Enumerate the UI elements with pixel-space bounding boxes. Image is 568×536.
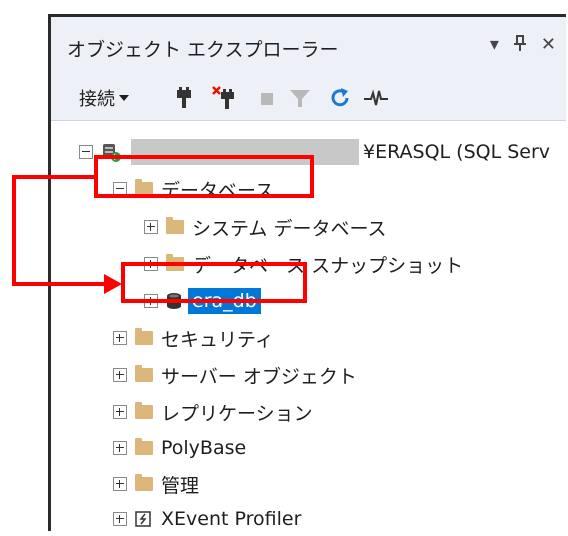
expand-toggle[interactable] bbox=[144, 220, 158, 234]
tree-row-system-databases[interactable]: システム データベース bbox=[144, 210, 387, 244]
collapse-toggle[interactable] bbox=[79, 145, 93, 159]
expand-toggle[interactable] bbox=[113, 331, 127, 345]
chevron-down-icon[interactable]: ▾ bbox=[490, 36, 499, 54]
tree-label-polybase: PolyBase bbox=[161, 437, 247, 459]
folder-icon bbox=[135, 402, 153, 419]
tree-label-server-objects: サーバー オブジェクト bbox=[161, 365, 357, 388]
folder-icon bbox=[135, 438, 153, 455]
arrow-line-bottom bbox=[12, 282, 108, 286]
close-icon[interactable]: ✕ bbox=[541, 36, 556, 54]
tree-row-management[interactable]: 管理 bbox=[113, 467, 199, 501]
chevron-down-icon bbox=[119, 95, 129, 101]
tree-row-server-objects[interactable]: サーバー オブジェクト bbox=[113, 358, 357, 392]
pin-icon-svg bbox=[513, 35, 526, 51]
folder-icon bbox=[166, 217, 184, 234]
panel-titlebar: オブジェクト エクスプローラー ▾ ✕ bbox=[51, 17, 566, 75]
panel-title: オブジェクト エクスプローラー bbox=[67, 39, 339, 61]
folder-icon bbox=[135, 474, 153, 491]
tree-row-polybase[interactable]: PolyBase bbox=[113, 431, 246, 465]
expand-toggle[interactable] bbox=[113, 441, 127, 455]
tree-row-replication[interactable]: レプリケーション bbox=[113, 395, 313, 429]
toolbar: 接続 bbox=[51, 75, 566, 121]
arrow-head-icon bbox=[104, 274, 122, 294]
tree-label-xevent-profiler: XEvent Profiler bbox=[161, 508, 302, 530]
highlight-box-era-db bbox=[121, 262, 307, 303]
tree-row-security[interactable]: セキュリティ bbox=[113, 321, 274, 355]
tree-row-xevent-profiler[interactable]: XEvent Profiler bbox=[113, 502, 301, 536]
disconnect-icon[interactable] bbox=[211, 85, 237, 111]
expand-toggle[interactable] bbox=[113, 477, 127, 491]
server-name-suffix: ¥ERASQL (SQL Serv bbox=[363, 141, 551, 163]
arrow-line-top bbox=[12, 175, 98, 179]
filter-icon[interactable] bbox=[287, 85, 313, 111]
connect-button[interactable]: 接続 bbox=[79, 83, 131, 113]
highlight-box-databases bbox=[94, 155, 314, 198]
folder-icon bbox=[135, 328, 153, 345]
expand-toggle[interactable] bbox=[113, 368, 127, 382]
pin-icon[interactable] bbox=[513, 34, 527, 56]
expand-toggle[interactable] bbox=[113, 405, 127, 419]
tree-label-replication: レプリケーション bbox=[161, 402, 313, 425]
title-controls: ▾ ✕ bbox=[490, 29, 556, 61]
plug-icon[interactable] bbox=[171, 85, 197, 111]
arrow-line-vertical bbox=[12, 175, 16, 286]
tree-label-security: セキュリティ bbox=[161, 328, 274, 351]
stop-icon[interactable] bbox=[255, 85, 281, 111]
activity-monitor-icon[interactable] bbox=[363, 85, 389, 111]
refresh-icon[interactable] bbox=[327, 85, 353, 111]
tree-label-management: 管理 bbox=[161, 474, 200, 497]
tree-label-system-databases: システム データベース bbox=[192, 217, 387, 240]
connect-label: 接続 bbox=[79, 89, 115, 110]
expand-toggle[interactable] bbox=[113, 512, 127, 526]
folder-icon bbox=[135, 365, 153, 382]
xevent-profiler-icon bbox=[135, 511, 151, 527]
